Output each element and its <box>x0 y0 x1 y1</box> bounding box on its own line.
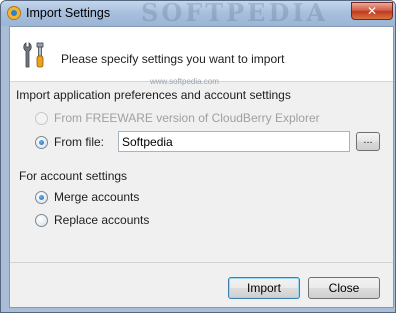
import-button[interactable]: Import <box>228 277 300 299</box>
radio-replace-label[interactable]: Replace accounts <box>54 213 149 227</box>
account-section-label: For account settings <box>19 169 128 183</box>
watermark-text: SOFTPEDIA <box>141 0 329 27</box>
radio-from-file-label[interactable]: From file: <box>54 135 104 149</box>
title-bar[interactable]: SOFTPEDIA Import Settings ✕ <box>1 0 395 27</box>
header-instruction: Please specify settings you want to impo… <box>61 52 285 66</box>
radio-replace-option[interactable]: Replace accounts <box>35 212 149 228</box>
file-path-input[interactable]: Softpedia <box>118 131 350 152</box>
dialog-client-area: Please specify settings you want to impo… <box>9 26 394 308</box>
radio-merge-label[interactable]: Merge accounts <box>54 190 139 204</box>
tools-settings-icon <box>23 42 44 68</box>
radio-merge[interactable] <box>35 190 48 204</box>
watermark-url: www.softpedia.com <box>150 77 219 86</box>
browse-button[interactable]: ... <box>356 132 380 151</box>
radio-from-file[interactable] <box>35 135 48 149</box>
button-divider <box>10 262 393 263</box>
import-settings-window: SOFTPEDIA Import Settings ✕ Please speci… <box>0 0 396 313</box>
radio-from-file-option[interactable]: From file: <box>35 134 104 150</box>
app-icon <box>7 6 21 20</box>
import-section-label: Import application preferences and accou… <box>16 88 291 102</box>
radio-merge-option[interactable]: Merge accounts <box>35 189 139 205</box>
window-close-button[interactable]: ✕ <box>351 2 393 20</box>
radio-freeware <box>35 111 48 125</box>
window-title: Import Settings <box>26 6 111 20</box>
radio-replace[interactable] <box>35 213 48 227</box>
header-band: Please specify settings you want to impo… <box>10 27 393 86</box>
close-button[interactable]: Close <box>308 277 380 299</box>
radio-freeware-label: From FREEWARE version of CloudBerry Expl… <box>54 111 320 125</box>
radio-freeware-option: From FREEWARE version of CloudBerry Expl… <box>35 110 320 126</box>
